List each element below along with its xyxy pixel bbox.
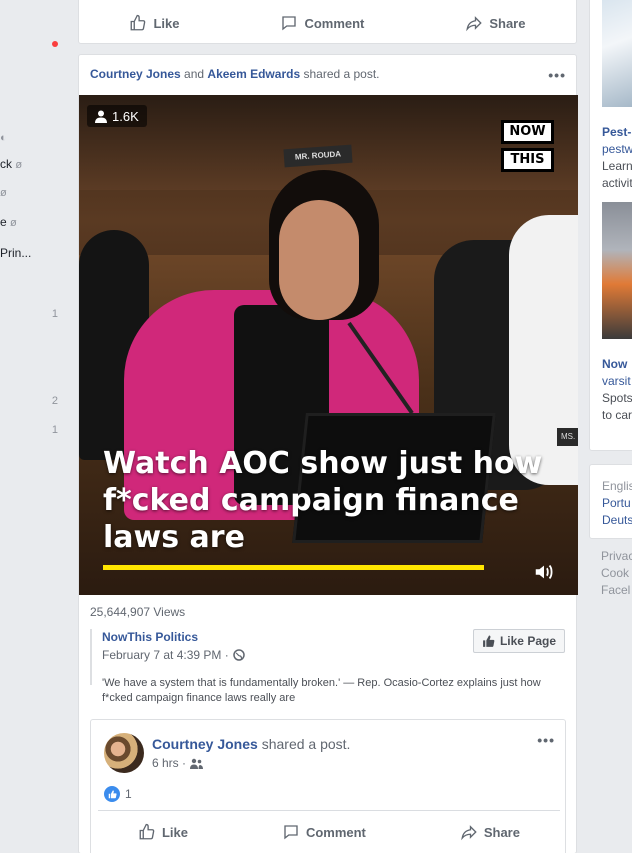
like-page-label: Like Page — [499, 634, 556, 648]
action-bar: Like Comment Share — [79, 3, 576, 43]
reaction-count: 1 — [125, 787, 132, 801]
globe-icon — [232, 649, 245, 661]
post-verb: shared a post. — [261, 736, 351, 752]
footer-link[interactable]: Privac — [601, 549, 632, 563]
like-button[interactable]: Like — [129, 14, 179, 32]
hidden-eye-icon: ◐ — [0, 132, 7, 144]
viewer-count: 1.6K — [112, 108, 139, 124]
comment-button[interactable]: Comment — [280, 14, 364, 32]
hidden-eye-icon: ø — [10, 217, 17, 229]
like-reaction-icon — [104, 786, 120, 802]
post-time[interactable]: 6 hrs · — [152, 756, 186, 770]
logo-line: THIS — [501, 148, 554, 172]
avatar[interactable] — [104, 733, 144, 773]
sidebar-item-label: ck — [0, 157, 12, 171]
view-count: 25,644,907 Views — [90, 605, 186, 619]
sidebar-count: 1 — [51, 308, 58, 320]
sidebar-count: 1 — [51, 424, 58, 436]
actor-link[interactable]: Akeem Edwards — [207, 67, 300, 81]
video-person-face — [279, 200, 359, 320]
connector-text: and — [184, 67, 205, 81]
language-link[interactable]: Deuts — [602, 513, 632, 527]
ad-text: Learn — [602, 159, 632, 173]
language-link[interactable]: Englis — [602, 479, 632, 493]
video-headline: Watch AOC show just how f*cked campaign … — [103, 446, 543, 555]
share-button[interactable]: Share — [460, 823, 520, 841]
language-link[interactable]: Portu — [602, 496, 631, 510]
sidebar-item-4[interactable]: e ø — [0, 215, 17, 229]
inner-share-post: Courtney Jones shared a post. 6 hrs · ••… — [90, 719, 566, 853]
sidebar-item-2[interactable]: ck ø — [0, 157, 22, 171]
ad-title[interactable]: Pest- — [602, 125, 631, 139]
more-options-icon[interactable]: ••• — [548, 67, 566, 83]
divider — [98, 810, 560, 811]
ad-text: activit — [602, 176, 632, 190]
comment-button[interactable]: Comment — [282, 823, 366, 841]
inner-post-header: Courtney Jones shared a post. — [152, 736, 350, 752]
previous-post-card: Like Comment Share — [78, 0, 577, 44]
more-options-icon[interactable]: ••• — [537, 732, 555, 748]
share-button[interactable]: Share — [465, 14, 525, 32]
ad-image[interactable] — [602, 202, 632, 339]
post-caption: 'We have a system that is fundamentally … — [102, 677, 541, 704]
thumbs-up-icon — [483, 635, 495, 647]
like-page-button[interactable]: Like Page — [472, 629, 565, 653]
footer-links: Privac Cook Facel — [589, 540, 632, 610]
headline-underline — [103, 565, 484, 570]
notification-dot — [52, 41, 58, 47]
comment-icon — [284, 825, 298, 840]
live-viewers-badge: 1.6K — [87, 105, 147, 127]
language-card: Englis Portu Deuts — [589, 464, 632, 539]
comment-label: Comment — [304, 15, 365, 31]
source-date[interactable]: February 7 at 4:39 PM · — [102, 648, 229, 662]
sidebar-item-3[interactable]: ø — [0, 185, 7, 199]
share-label: Share — [483, 824, 520, 840]
thumbs-up-icon — [139, 823, 155, 840]
video-player[interactable]: MR. ROUDA MS. 1.6K NOW THIS Watch AOC sh… — [79, 95, 578, 595]
friends-privacy-icon — [190, 758, 204, 769]
like-label: Like — [153, 15, 180, 31]
ad-title[interactable]: Now — [602, 357, 627, 371]
like-button[interactable]: Like — [138, 823, 188, 841]
shared-post-card: Courtney Jones and Akeem Edwards shared … — [78, 54, 578, 853]
left-sidebar: ◐ ck ø ø e ø Prin... 1 2 1 — [0, 0, 66, 853]
post-verb: shared a post. — [303, 67, 380, 81]
footer-link[interactable]: Cook — [601, 566, 629, 580]
video-nameplate: MS. — [557, 428, 578, 446]
ad-text: to car — [602, 408, 632, 422]
share-label: Share — [489, 15, 526, 31]
actor-link[interactable]: Courtney Jones — [90, 67, 181, 81]
author-link[interactable]: Courtney Jones — [152, 736, 258, 752]
hidden-eye-icon: ø — [15, 159, 23, 171]
action-bar: Like Comment Share — [91, 812, 567, 852]
sidebar-item-label: Prin... — [0, 246, 32, 260]
comment-icon — [282, 16, 297, 31]
volume-icon[interactable] — [533, 561, 555, 583]
share-icon — [461, 825, 477, 841]
ad-image[interactable] — [602, 0, 632, 107]
ad-url[interactable]: varsit — [602, 374, 631, 388]
post-header: Courtney Jones and Akeem Edwards shared … — [79, 55, 576, 93]
thumbs-up-icon — [131, 14, 146, 31]
sidebar-item-5[interactable]: Prin... — [0, 246, 31, 260]
post-meta: 6 hrs · — [152, 756, 204, 770]
reaction-summary[interactable]: 1 — [104, 786, 132, 802]
logo-line: NOW — [501, 120, 554, 144]
nowthis-logo: NOW THIS — [501, 120, 554, 172]
sidebar-item-label: e — [0, 215, 7, 229]
share-icon — [466, 16, 483, 32]
sidebar-item-1[interactable]: ◐ — [0, 130, 7, 144]
sidebar-count: 2 — [51, 395, 58, 407]
comment-label: Comment — [305, 824, 366, 840]
ad-url[interactable]: pestw — [602, 142, 632, 156]
sponsored-card: Pest- pestw Learn activit Now varsit Spo… — [589, 0, 632, 451]
footer-link[interactable]: Facel — [601, 583, 630, 597]
hidden-eye-icon: ø — [0, 187, 7, 199]
person-icon — [95, 110, 107, 123]
ad-text: Spots — [602, 391, 632, 405]
like-label: Like — [161, 824, 188, 840]
